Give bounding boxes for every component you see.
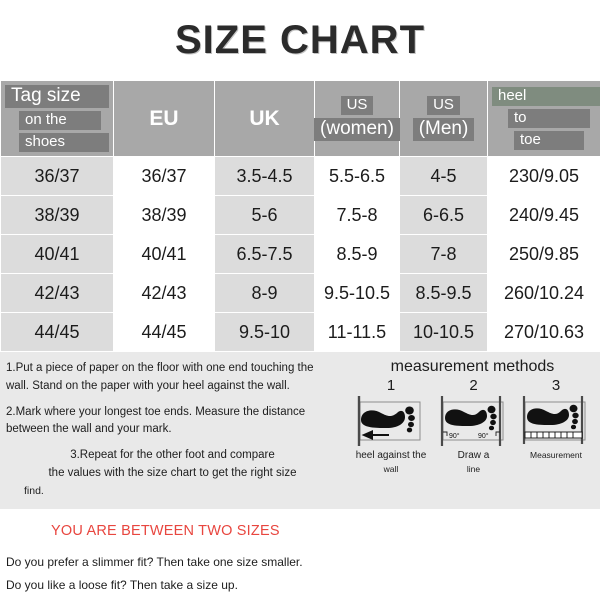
table-body: 36/37 36/37 3.5-4.5 5.5-6.5 4-5 230/9.05… [0, 156, 600, 352]
heel-to-toe-line-2: to [508, 109, 590, 128]
column-header-heel-to-toe: heel to toe [487, 80, 600, 157]
instruction-step-1: 1.Put a piece of paper on the floor with… [6, 362, 314, 392]
angle-label-left: 90° [449, 432, 460, 440]
cell-heel-to-toe: 270/10.63 [487, 312, 600, 352]
cell-tag-size: 42/43 [0, 273, 114, 313]
us-men-line-1: US [427, 96, 460, 115]
cell-us-women: 9.5-10.5 [314, 273, 400, 313]
loose-fit-note: Do you like a loose fit? Then take a siz… [6, 578, 238, 592]
foot-ruler-icon [522, 396, 586, 444]
size-chart-table: Tag size on the shoes EU UK US (women) U… [0, 80, 600, 352]
cell-heel-to-toe: 250/9.85 [487, 234, 600, 274]
tag-size-line-1: Tag size [5, 85, 109, 109]
cell-us-men: 8.5-9.5 [399, 273, 488, 313]
cell-us-men: 10-10.5 [399, 312, 488, 352]
instruction-step-3-line-3: find. [24, 484, 44, 497]
table-row: 40/41 40/41 6.5-7.5 8.5-9 7-8 250/9.85 [0, 234, 600, 274]
cell-us-women: 7.5-8 [314, 195, 400, 235]
cell-tag-size: 38/39 [0, 195, 114, 235]
table-row: 42/43 42/43 8-9 9.5-10.5 8.5-9.5 260/10.… [0, 273, 600, 313]
table-header-row: Tag size on the shoes EU UK US (women) U… [0, 80, 600, 157]
instructions-panel: 1.Put a piece of paper on the floor with… [0, 352, 600, 509]
us-men-line-2: (Men) [412, 117, 475, 141]
cell-uk: 3.5-4.5 [214, 156, 315, 196]
tag-size-line-2: on the [19, 111, 101, 130]
diagram-caption-line-1: heel against the [355, 450, 427, 461]
cell-eu: 42/43 [113, 273, 215, 313]
diagram-number: 2 [469, 377, 478, 394]
cell-tag-size: 36/37 [0, 156, 114, 196]
table-row: 44/45 44/45 9.5-10 11-11.5 10-10.5 270/1… [0, 312, 600, 352]
cell-eu: 38/39 [113, 195, 215, 235]
slimmer-fit-note: Do you prefer a slimmer fit? Then take o… [6, 555, 303, 569]
tag-size-line-3: shoes [19, 132, 109, 152]
cell-uk: 9.5-10 [214, 312, 315, 352]
cell-uk: 8-9 [214, 273, 315, 313]
foot-two-lines-angles-icon: 90° 90° [440, 396, 503, 446]
column-header-eu: EU [113, 80, 215, 157]
cell-uk: 6.5-7.5 [214, 234, 315, 274]
us-women-line-1: US [340, 96, 374, 115]
angle-label-right: 90° [478, 432, 489, 440]
diagram-number: 3 [551, 377, 561, 394]
instruction-step-2: 2.Mark where your longest toe ends. Meas… [6, 405, 306, 436]
diagram-heel-against-wall: 1 heel against the wall [351, 378, 431, 474]
diagram-caption-line-1: Measurement [530, 450, 582, 460]
column-header-us-women: US (women) [314, 80, 400, 157]
instruction-step-3-line-2: the values with the size chart to get th… [48, 467, 297, 480]
us-women-line-2: (women) [314, 117, 400, 141]
instructions-text: 1.Put a piece of paper on the floor with… [0, 352, 345, 509]
heel-to-toe-line-1: heel [492, 87, 600, 107]
measurement-methods-title: measurement methods [390, 358, 555, 375]
column-header-uk: UK [214, 80, 315, 157]
cell-eu: 40/41 [113, 234, 215, 274]
cell-us-men: 4-5 [399, 156, 488, 196]
cell-us-women: 11-11.5 [314, 312, 400, 352]
diagram-row: 1 heel against the wall 2 90° 90° Draw a… [345, 378, 600, 474]
column-header-tag-size: Tag size on the shoes [0, 80, 114, 157]
cell-us-men: 6-6.5 [399, 195, 488, 235]
diagram-caption-line-2: wall [383, 463, 399, 474]
diagram-number: 1 [386, 377, 396, 394]
cell-heel-to-toe: 260/10.24 [487, 273, 600, 313]
page-title: SIZE CHART [175, 17, 425, 62]
cell-us-women: 5.5-6.5 [314, 156, 400, 196]
cell-tag-size: 40/41 [0, 234, 114, 274]
cell-eu: 36/37 [113, 156, 215, 196]
table-row: 36/37 36/37 3.5-4.5 5.5-6.5 4-5 230/9.05 [0, 156, 600, 196]
cell-uk: 5-6 [214, 195, 315, 235]
foot-wall-arrow-icon [357, 396, 421, 446]
measurement-methods: measurement methods 1 heel against the w… [345, 352, 600, 509]
title-bar: SIZE CHART [0, 0, 600, 80]
cell-heel-to-toe: 230/9.05 [487, 156, 600, 196]
cell-us-men: 7-8 [399, 234, 488, 274]
cell-heel-to-toe: 240/9.45 [487, 195, 600, 235]
cell-tag-size: 44/45 [0, 312, 114, 352]
between-sizes-heading: YOU ARE BETWEEN TWO SIZES [51, 523, 280, 539]
diagram-caption-line-1: Draw a [457, 450, 490, 461]
diagram-draw-a-line: 2 90° 90° Draw a line [434, 378, 514, 474]
bottom-notes: YOU ARE BETWEEN TWO SIZES Do you prefer … [0, 509, 600, 592]
table-header: Tag size on the shoes EU UK US (women) U… [0, 80, 600, 157]
diagram-caption-line-2: line [466, 463, 481, 474]
cell-us-women: 8.5-9 [314, 234, 400, 274]
diagram-measurement: 3 Measurement [516, 378, 596, 474]
table-row: 38/39 38/39 5-6 7.5-8 6-6.5 240/9.45 [0, 195, 600, 235]
column-header-us-men: US (Men) [399, 80, 488, 157]
cell-eu: 44/45 [113, 312, 215, 352]
instruction-step-3-line-1: 3.Repeat for the other foot and compare [70, 449, 275, 462]
heel-to-toe-line-3: toe [514, 130, 584, 150]
